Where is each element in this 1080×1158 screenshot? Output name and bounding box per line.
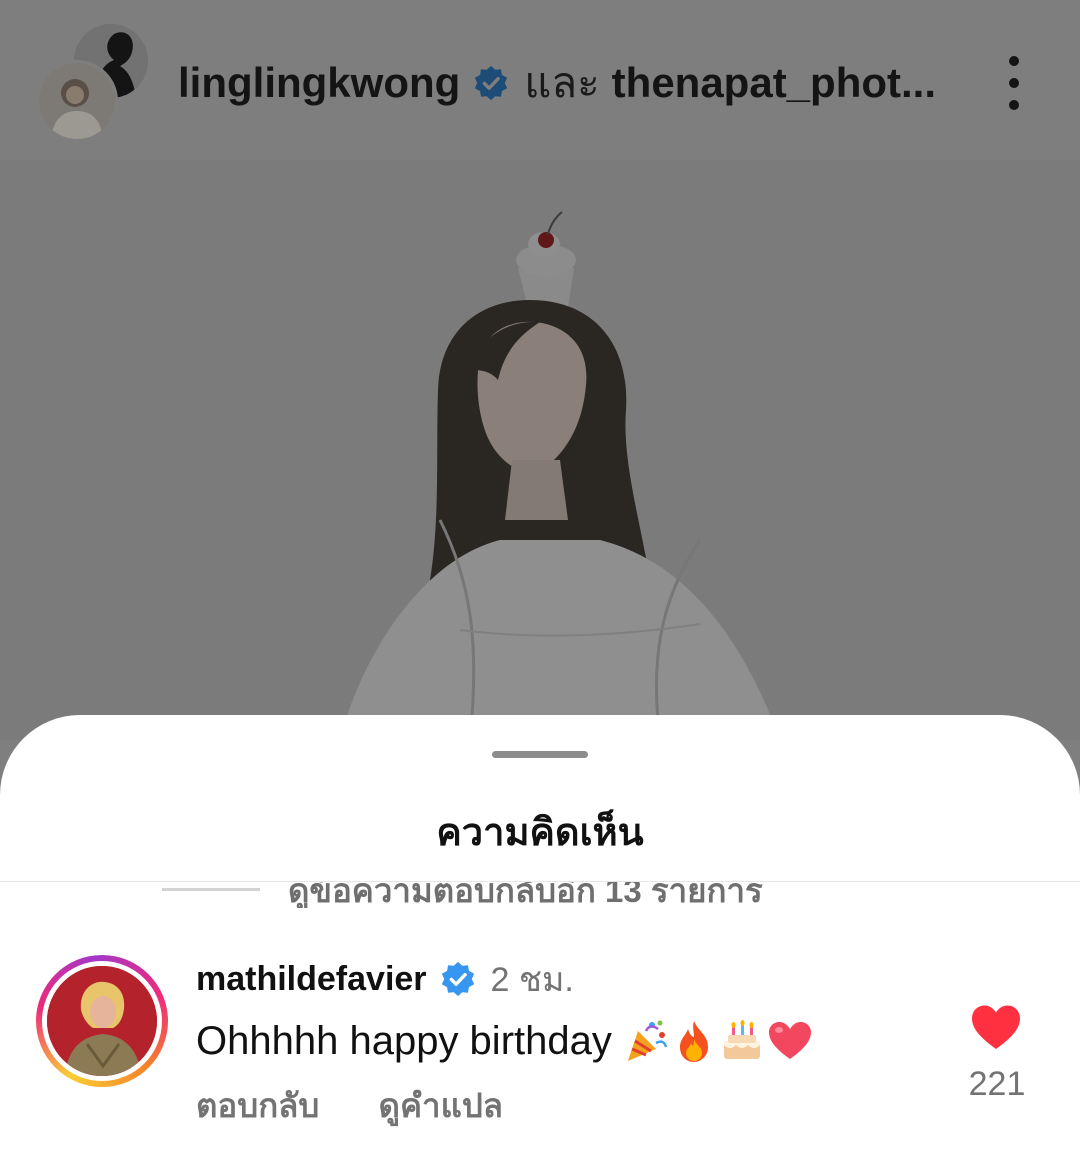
heart-filled-icon[interactable] <box>970 1003 1022 1051</box>
comment-meta: mathildefavier 2 ชม. <box>196 957 574 1001</box>
post-header: linglingkwong และ thenapat_phot... <box>0 0 1080 160</box>
commenter-username[interactable]: mathildefavier <box>196 960 427 999</box>
conjunction-text: และ <box>524 59 600 106</box>
party-popper-icon <box>627 1020 668 1061</box>
reply-button[interactable]: ตอบกลับ <box>196 1079 319 1132</box>
author-avatar[interactable] <box>36 60 118 142</box>
post-authors: linglingkwong และ thenapat_phot... <box>178 56 936 110</box>
comment-text: Ohhhhh happy birthday <box>196 1018 612 1063</box>
comment-time: 2 ชม. <box>490 961 574 999</box>
collaborator-username[interactable]: thenapat_phot... <box>612 59 936 107</box>
birthday-cake-icon <box>723 1020 760 1059</box>
comment-body: Ohhhhh happy birthday <box>196 1013 814 1069</box>
replies-line <box>162 888 260 891</box>
view-replies-button[interactable]: ดูข้อความตอบกลับอีก 13 รายการ <box>0 882 1080 908</box>
red-heart-icon <box>768 1022 811 1059</box>
verified-badge-icon <box>472 64 510 102</box>
like-count: 221 <box>968 1065 1026 1103</box>
comment-emojis <box>622 1017 814 1065</box>
view-replies-label: ดูข้อความตอบกลับอีก 13 รายการ <box>288 882 763 908</box>
comments-sheet: ความคิดเห็น ดูข้อความตอบกลับอีก 13 รายกา… <box>0 715 1080 1158</box>
more-vertical-icon[interactable] <box>1000 56 1028 110</box>
verified-badge-icon <box>439 960 477 998</box>
commenter-avatar[interactable] <box>36 955 168 1087</box>
see-translation-button[interactable]: ดูคำแปล <box>379 1079 503 1132</box>
post-photo <box>0 160 1080 740</box>
drag-handle[interactable] <box>492 751 588 758</box>
comment-actions: ตอบกลับ ดูคำแปล <box>196 1079 503 1132</box>
author-username[interactable]: linglingkwong <box>178 59 460 107</box>
sheet-title: ความคิดเห็น <box>436 812 644 854</box>
fire-icon <box>679 1021 708 1062</box>
